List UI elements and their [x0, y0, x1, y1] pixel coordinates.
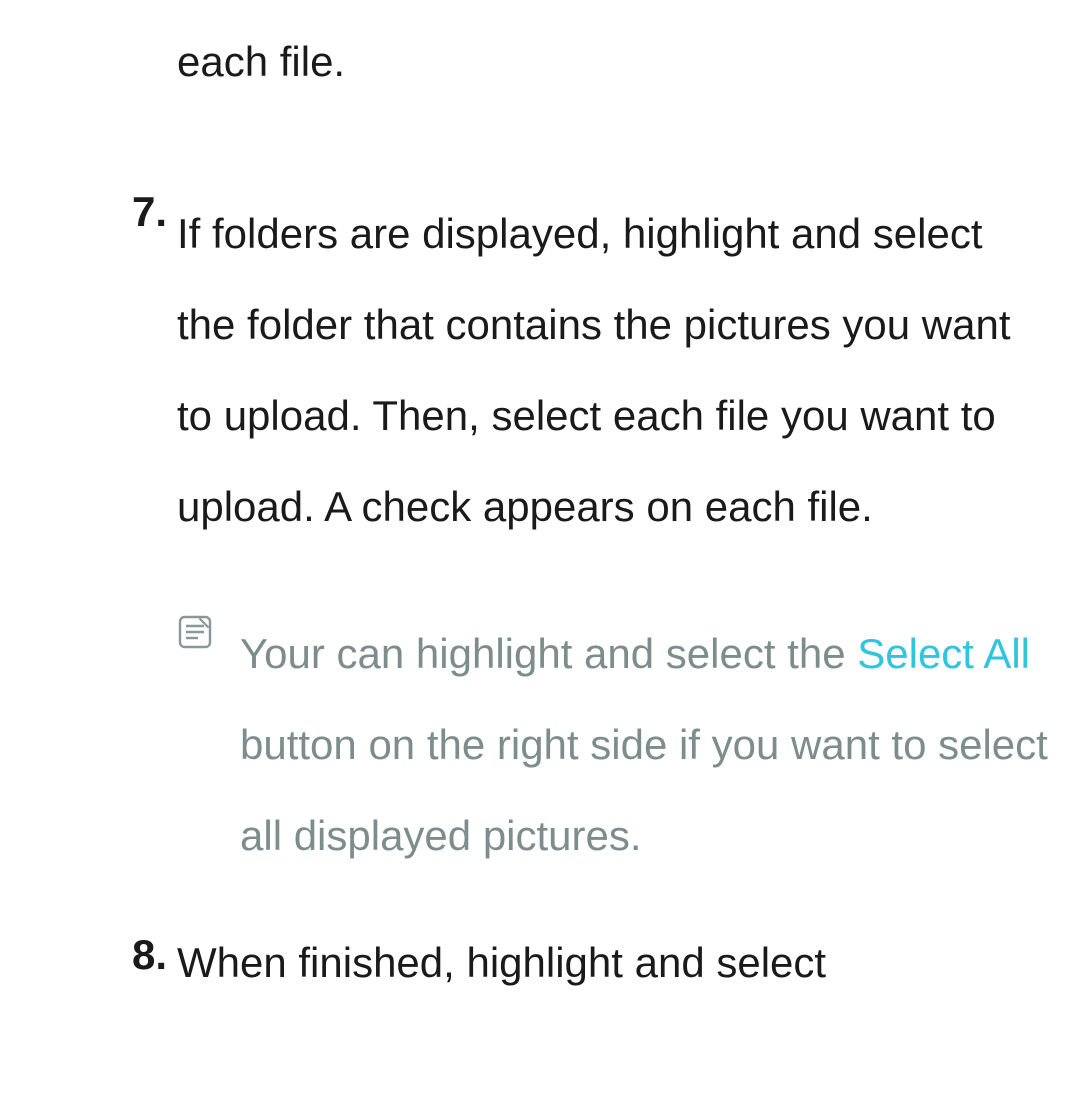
step-8: 8. When finished, highlight and select: [130, 931, 1050, 994]
select-all-label: Select All: [857, 630, 1030, 677]
note-text: Your can highlight and select the Select…: [240, 608, 1050, 881]
note-icon: [177, 608, 240, 881]
note-text-after: button on the right side if you want to …: [240, 721, 1048, 859]
step-7-number: 7.: [130, 188, 177, 553]
step-7: 7. If folders are displayed, highlight a…: [130, 188, 1050, 553]
step-7-text: If folders are displayed, highlight and …: [177, 188, 1050, 553]
step-8-number: 8.: [130, 931, 177, 994]
document-content: each file. 7. If folders are displayed, …: [0, 0, 1080, 994]
note-text-before: Your can highlight and select the: [240, 630, 857, 677]
step-8-text: When finished, highlight and select: [177, 931, 1050, 994]
fragment-text-top: each file.: [177, 30, 1050, 93]
note-block: Your can highlight and select the Select…: [177, 608, 1050, 881]
